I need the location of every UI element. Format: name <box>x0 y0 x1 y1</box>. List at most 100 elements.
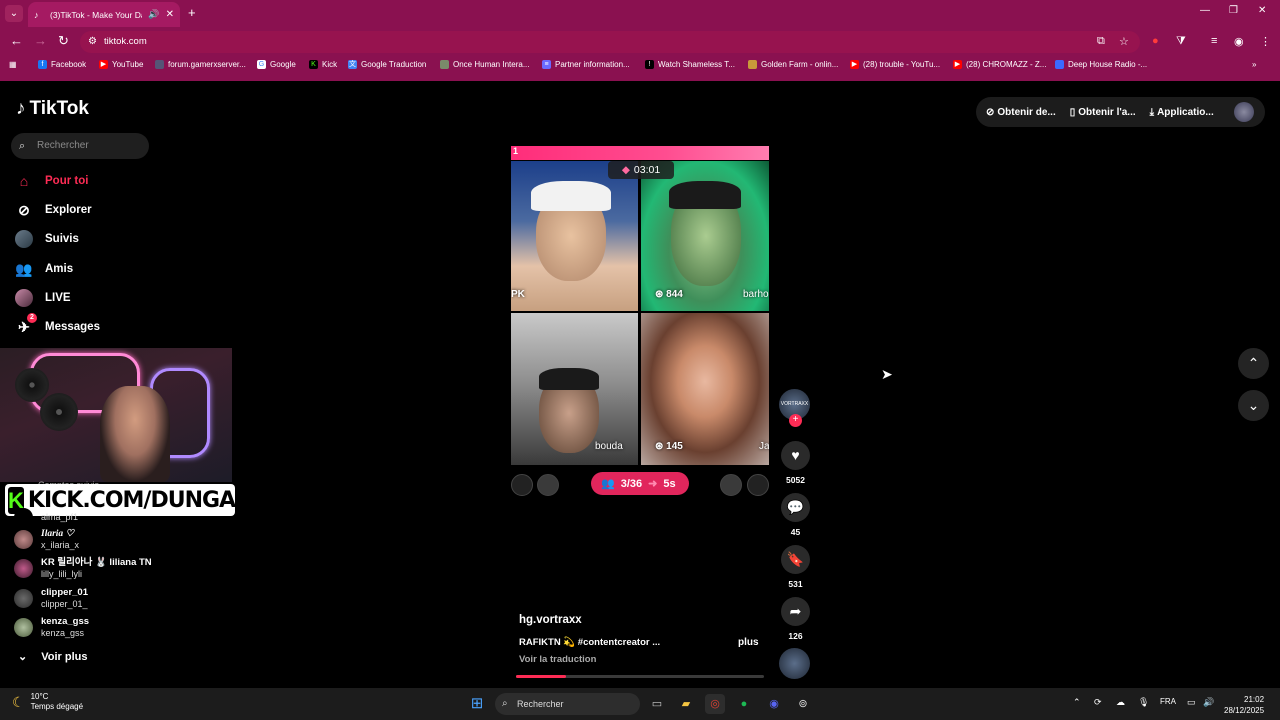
microphone-icon[interactable]: 🎙 <box>1138 697 1149 708</box>
menu-icon[interactable]: ⋮ <box>1260 35 1271 48</box>
viewer-avatar[interactable] <box>720 474 742 496</box>
clock[interactable]: 21:02 28/12/2025 <box>1224 694 1264 716</box>
extensions-puzzle-icon[interactable]: ⧩ <box>1176 35 1186 48</box>
browser-tab[interactable]: ♪ (3)TikTok - Make Your Day 🔊 ✕ <box>28 2 180 27</box>
desktop-app-button[interactable]: ⤓ Applicatio... <box>1150 107 1214 118</box>
bookmark-star-icon[interactable]: ☆ <box>1119 35 1129 48</box>
youtube-icon: ▶ <box>953 60 962 69</box>
media-control-icon[interactable]: ≡ <box>1211 35 1217 47</box>
bookmark-trouble-youtube[interactable]: ▶ (28) trouble - YouTu... <box>850 60 940 69</box>
profile-icon[interactable]: ◉ <box>1234 35 1244 48</box>
sidebar-item-suivis[interactable]: Suivis <box>15 230 79 248</box>
restore-icon[interactable]: ❐ <box>1229 5 1238 16</box>
caption-username[interactable]: hg.vortraxx <box>519 614 582 626</box>
cloud-icon[interactable]: ☁ <box>1116 697 1125 708</box>
back-icon[interactable]: ← <box>10 33 23 48</box>
arrow-icon: ➜ <box>648 478 658 490</box>
more-bookmarks-icon[interactable]: » <box>1252 60 1256 69</box>
video-progress-bar[interactable] <box>516 675 764 678</box>
bookmark-google[interactable]: G Google <box>257 60 296 69</box>
discord-icon[interactable]: ◉ <box>764 694 784 714</box>
following-item[interactable]: clipper_01 clipper_01_ <box>14 587 88 610</box>
site-info-icon[interactable]: ⚙ <box>88 31 97 53</box>
kick-icon: K <box>309 60 318 69</box>
music-disc-avatar[interactable] <box>779 648 810 679</box>
url-field[interactable]: ⚙ tiktok.com <box>80 31 1140 53</box>
bookmark-once-human[interactable]: Once Human Intera... <box>440 60 529 69</box>
sidebar-item-explorer[interactable]: ⊘ Explorer <box>15 201 92 219</box>
get-coins-button[interactable]: ⊘ Obtenir de... <box>986 107 1056 118</box>
sync-icon[interactable]: ⟳ <box>1094 697 1102 708</box>
forward-icon[interactable]: → <box>34 33 47 48</box>
search-input[interactable]: ⌕ Rechercher <box>11 133 149 159</box>
task-view-icon[interactable]: ▭ <box>647 694 667 714</box>
new-tab-button[interactable]: + <box>188 5 196 20</box>
close-window-icon[interactable]: ✕ <box>1258 5 1266 16</box>
apps-grid-icon[interactable]: ▦ <box>9 60 17 69</box>
viewer-avatar[interactable] <box>511 474 533 496</box>
comment-button[interactable]: 💬 45 <box>781 493 810 537</box>
bookmark-chromazz[interactable]: ▶ (28) CHROMAZZ - Z... <box>953 60 1046 69</box>
bookmark-deep-house-radio[interactable]: Deep House Radio -... <box>1055 60 1147 69</box>
tab-search-button[interactable]: ⌄ <box>5 5 23 22</box>
chrome-icon[interactable]: ◎ <box>705 694 725 714</box>
share-button[interactable]: ➦ 126 <box>781 597 810 641</box>
next-video-button[interactable]: ⌄ <box>1238 390 1269 421</box>
sidebar-item-amis[interactable]: 👥 Amis <box>15 260 73 278</box>
guest-cell-1[interactable]: PK <box>511 161 638 311</box>
file-explorer-icon[interactable]: ▰ <box>676 694 696 714</box>
profile-avatar[interactable] <box>1233 102 1254 122</box>
live-video-player[interactable]: 1 PK ⊛ 844 barho bouda ⊛ 145 Ja ◆ 03:01 … <box>511 146 769 500</box>
bookmark-forum[interactable]: forum.gamerxserver... <box>155 60 246 69</box>
like-button[interactable]: ♥ 5052 <box>781 441 810 485</box>
language-indicator[interactable]: FRA <box>1160 697 1176 706</box>
bookmark-facebook[interactable]: f Facebook <box>38 60 86 69</box>
get-app-button[interactable]: ▯ Obtenir l'a... <box>1070 107 1136 118</box>
see-more-button[interactable]: ⌄ Voir plus <box>18 650 87 664</box>
bookmark-golden-farm[interactable]: Golden Farm - onlin... <box>748 60 838 69</box>
windows-start-icon[interactable]: ⊞ <box>467 694 487 714</box>
sidebar-item-messages[interactable]: ✈ 2 Messages <box>15 313 100 336</box>
tiktok-logo[interactable]: ♪ TikTok <box>16 98 89 120</box>
bookmark-watch-shameless[interactable]: ! Watch Shameless T... <box>645 60 735 69</box>
participants-pill[interactable]: 👥 3/36 ➜ 5s <box>591 472 689 495</box>
tray-overflow-icon[interactable]: ⌃ <box>1073 697 1081 708</box>
search-icon: ⌕ <box>19 140 26 152</box>
download-icon: ⤓ <box>1149 106 1155 118</box>
guest-score: ⊛ 145 <box>655 441 683 452</box>
bookmark-partner-information[interactable]: ≡ Partner information... <box>542 60 630 69</box>
minimize-icon[interactable]: — <box>1200 5 1210 16</box>
guest-cell-4[interactable]: ⊛ 145 Ja <box>641 313 769 465</box>
following-item[interactable]: KR 릴리아나 🐰 liliana TN lilly_lili_lyli <box>14 557 152 580</box>
following-item[interactable]: alma_pf1 <box>14 508 78 527</box>
weather-widget[interactable]: ☾ 10°C Temps dégagé <box>12 692 83 712</box>
save-button[interactable]: 🔖 531 <box>781 545 810 589</box>
reload-icon[interactable]: ↻ <box>58 33 69 49</box>
taskbar-search[interactable]: ⌕ Rechercher <box>495 693 640 715</box>
viewer-avatar[interactable] <box>747 474 769 496</box>
viewer-avatar[interactable] <box>537 474 559 496</box>
network-icon[interactable]: ▭ <box>1187 697 1196 708</box>
following-item[interactable]: kenza_gss kenza_gss <box>14 616 89 639</box>
close-tab-icon[interactable]: ✕ <box>166 9 174 20</box>
previous-video-button[interactable]: ⌃ <box>1238 348 1269 379</box>
bookmark-kick[interactable]: K Kick <box>309 60 337 69</box>
caption-more-button[interactable]: plus <box>738 637 759 648</box>
sidebar-item-pour-toi[interactable]: ⌂ Pour toi <box>15 172 89 190</box>
extension-icon[interactable]: ● <box>1152 35 1159 47</box>
audio-playing-icon[interactable]: 🔊 <box>148 9 159 20</box>
sidebar-item-live[interactable]: LIVE <box>15 289 71 307</box>
guest-cell-3[interactable]: bouda <box>511 313 638 465</box>
following-item[interactable]: Ilaria ♡ x_ilaria_x <box>14 528 79 551</box>
see-translation-link[interactable]: Voir la traduction <box>519 654 596 665</box>
guest-cell-2[interactable]: ⊛ 844 barho <box>641 161 769 311</box>
bookmark-youtube[interactable]: ▶ YouTube <box>99 60 143 69</box>
bookmark-google-traduction[interactable]: 文 Google Traduction <box>348 60 426 69</box>
countdown: 5s <box>663 477 676 490</box>
follow-button[interactable]: + <box>789 414 802 427</box>
spotify-icon[interactable]: ● <box>734 694 754 714</box>
windows-taskbar: ☾ 10°C Temps dégagé ⊞ ⌕ Rechercher ▭ ▰ ◎… <box>0 688 1280 720</box>
install-app-icon[interactable]: ⧉ <box>1097 35 1105 48</box>
steam-icon[interactable]: ⊚ <box>793 694 813 714</box>
volume-icon[interactable]: 🔊 <box>1203 697 1214 708</box>
